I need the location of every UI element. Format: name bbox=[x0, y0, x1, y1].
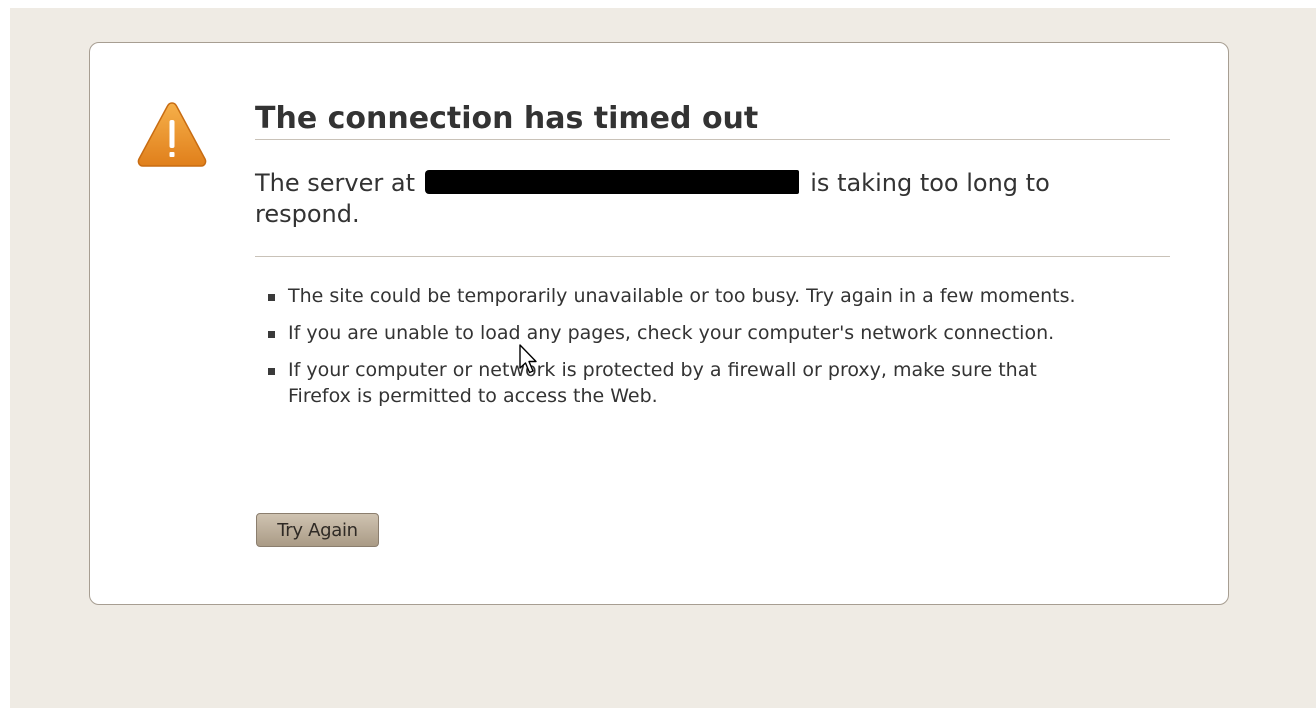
redacted-server-name bbox=[424, 170, 799, 194]
suggestion-text: The site could be temporarily unavailabl… bbox=[288, 285, 1076, 307]
list-item: If you are unable to load any pages, che… bbox=[267, 320, 1097, 346]
bullet-icon bbox=[268, 368, 275, 375]
short-description-prefix: The server at bbox=[255, 169, 415, 197]
suggestion-text: If you are unable to load any pages, che… bbox=[288, 322, 1055, 344]
error-suggestion-list: The site could be temporarily unavailabl… bbox=[267, 283, 1097, 420]
mouse-pointer-icon bbox=[519, 344, 537, 374]
warning-icon bbox=[137, 102, 207, 167]
title-divider bbox=[255, 139, 1170, 140]
description-divider bbox=[255, 256, 1170, 257]
error-short-description: The server at is taking too long to resp… bbox=[255, 168, 1145, 230]
bullet-icon bbox=[268, 331, 275, 338]
bullet-icon bbox=[268, 294, 275, 301]
error-title: The connection has timed out bbox=[255, 101, 759, 136]
try-again-button[interactable]: Try Again bbox=[256, 513, 379, 547]
list-item: The site could be temporarily unavailabl… bbox=[267, 283, 1097, 309]
list-item: If your computer or network is protected… bbox=[267, 357, 1097, 409]
suggestion-text: If your computer or network is protected… bbox=[288, 359, 1037, 407]
